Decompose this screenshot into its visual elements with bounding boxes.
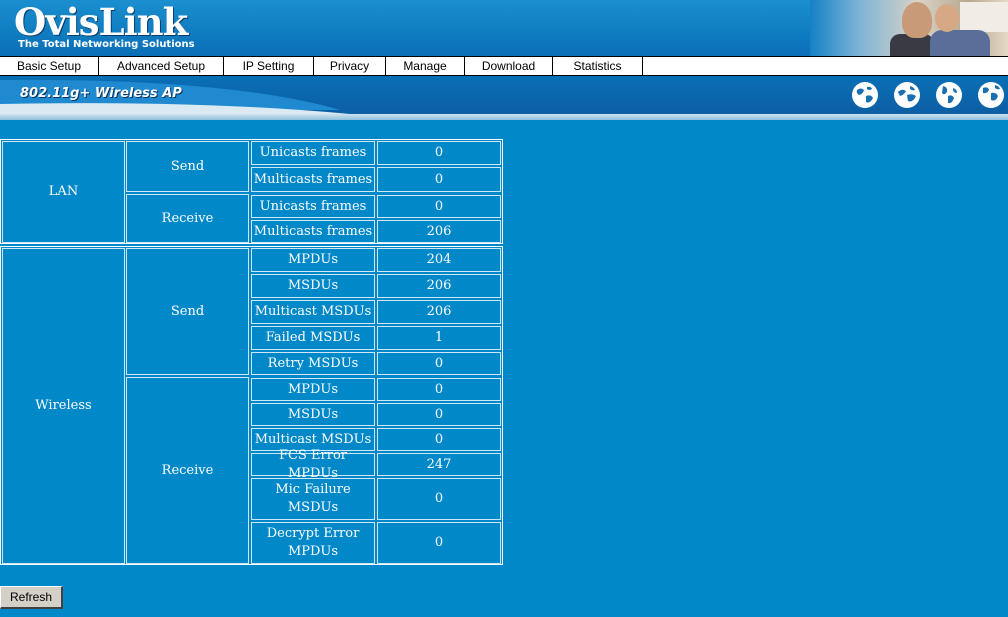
lan-label: LAN: [2, 141, 125, 243]
stat-value: 206: [377, 300, 501, 324]
product-title: 802.11g+ Wireless AP: [20, 86, 182, 101]
stat-name: MSDUs: [251, 274, 375, 298]
stat-name: MPDUs: [251, 248, 375, 272]
menu-statistics[interactable]: Statistics: [553, 57, 643, 75]
stat-value: 0: [377, 141, 501, 165]
menu-manage[interactable]: Manage: [386, 57, 465, 75]
menu-download[interactable]: Download: [465, 57, 553, 75]
globe-icon: [894, 82, 920, 108]
stat-value: 0: [377, 352, 501, 375]
wireless-label: Wireless: [2, 248, 125, 564]
stat-value: 0: [377, 522, 501, 564]
lan-group: LAN Send Receive Unicasts frames 0 Multi…: [0, 139, 503, 244]
wireless-receive-label: Receive: [126, 377, 249, 564]
main-menu: Basic Setup Advanced Setup IP Setting Pr…: [0, 56, 1008, 76]
stat-value: 206: [377, 220, 501, 243]
banner-divider: [0, 114, 1008, 120]
product-banner: 802.11g+ Wireless AP: [0, 76, 1008, 114]
header-photo: [810, 0, 1008, 56]
stat-name: Failed MSDUs: [251, 326, 375, 350]
stat-name: Decrypt Error MPDUs: [251, 522, 375, 564]
stat-value: 0: [377, 403, 501, 426]
stat-value: 0: [377, 195, 501, 218]
stat-name: Unicasts frames: [251, 195, 375, 218]
menu-privacy[interactable]: Privacy: [314, 57, 386, 75]
stat-value: 0: [377, 167, 501, 192]
menu-ip-setting[interactable]: IP Setting: [224, 57, 314, 75]
stat-name: MPDUs: [251, 378, 375, 401]
menu-advanced-setup[interactable]: Advanced Setup: [99, 57, 224, 75]
stat-value: 0: [377, 478, 501, 520]
stat-value: 204: [377, 248, 501, 272]
lan-send-label: Send: [126, 141, 249, 192]
stat-name: Multicasts frames: [251, 167, 375, 192]
stat-value: 206: [377, 274, 501, 298]
stat-name: FCS Error MPDUs: [251, 448, 375, 481]
stat-name: Multicast MSDUs: [251, 300, 375, 324]
refresh-button[interactable]: Refresh: [0, 586, 63, 609]
stat-name: MSDUs: [251, 403, 375, 426]
stat-name: Unicasts frames: [251, 141, 375, 165]
stat-name: Retry MSDUs: [251, 352, 375, 375]
ovislink-logo: OvisLink: [14, 0, 188, 44]
globe-icon: [978, 82, 1004, 108]
wireless-group: Wireless Send Receive MPDUs 204 MSDUs 20…: [0, 246, 503, 565]
lan-receive-label: Receive: [126, 194, 249, 243]
wireless-send-label: Send: [126, 248, 249, 375]
stat-value: 0: [377, 378, 501, 401]
stat-value: 247: [377, 453, 501, 476]
globe-icon: [936, 82, 962, 108]
globe-icon: [852, 82, 878, 108]
header: OvisLink The Total Networking Solutions: [0, 0, 1008, 56]
stat-name: Mic Failure MSDUs: [251, 478, 375, 520]
logo-tagline: The Total Networking Solutions: [18, 39, 195, 50]
stat-value: 1: [377, 326, 501, 350]
menu-basic-setup[interactable]: Basic Setup: [0, 57, 99, 75]
stat-value: 0: [377, 428, 501, 451]
stat-name: Multicasts frames: [251, 220, 375, 243]
